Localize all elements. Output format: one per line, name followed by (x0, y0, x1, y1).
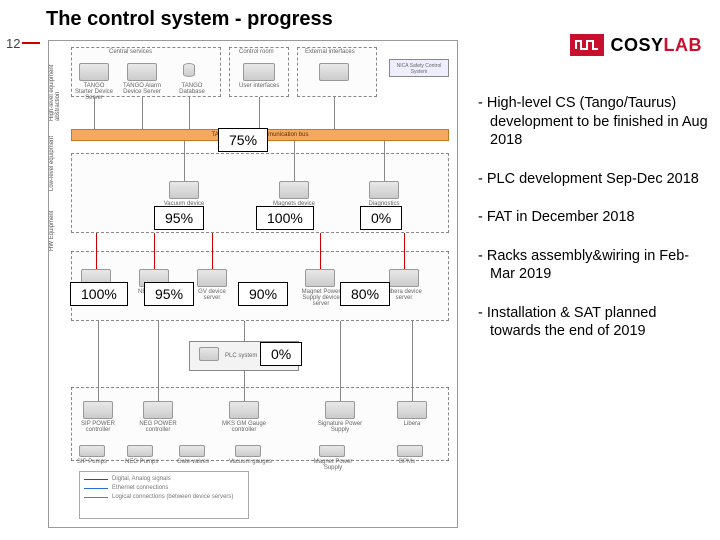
note-item: Racks assembly&wiring in Feb-Mar 2019 (478, 247, 708, 284)
monitor-icon (243, 63, 275, 81)
device-icon (127, 63, 157, 81)
hw-icon (229, 401, 259, 419)
external-interfaces-label: External interfaces (305, 49, 355, 55)
hw-icon (397, 401, 427, 419)
pct-vacuum: 95% (154, 206, 204, 230)
hw-icon (143, 401, 173, 419)
accent-bar (22, 42, 40, 44)
pct-mps: 80% (340, 282, 390, 306)
pct-bus: 75% (218, 128, 268, 152)
database-icon (183, 63, 195, 77)
inst-icon (319, 445, 345, 457)
server-icon (197, 269, 227, 287)
inst-icon (235, 445, 261, 457)
inst-icon (179, 445, 205, 457)
central-services-label: Central services (109, 49, 152, 55)
pct-diagnostics: 0% (360, 206, 402, 230)
side-label: HW Equipment (49, 191, 55, 251)
slide-title: The control system - progress (46, 8, 333, 31)
inst-icon (127, 445, 153, 457)
plc-icon (199, 347, 219, 361)
server-icon (279, 181, 309, 199)
hw-icon (325, 401, 355, 419)
device-icon (79, 63, 109, 81)
pct-plc: 0% (260, 342, 302, 366)
note-item: PLC development Sep-Dec 2018 (478, 170, 708, 189)
side-label: High-level equipment abstraction (49, 41, 61, 121)
server-icon (389, 269, 419, 287)
pct-gv: 90% (238, 282, 288, 306)
inst-icon (397, 445, 423, 457)
hw-icon (83, 401, 113, 419)
page-number: 12 (6, 36, 20, 51)
note-item: High-level CS (Tango/Taurus) development… (478, 94, 708, 150)
server-icon (169, 181, 199, 199)
notes-list: High-level CS (Tango/Taurus) development… (478, 94, 708, 361)
nica-safety-label: NICA Safety Control System (393, 63, 445, 75)
inst-icon (79, 445, 105, 457)
side-label: Low-level equipment (49, 121, 55, 191)
note-item: Installation & SAT planned towards the e… (478, 304, 708, 341)
logo-icon (570, 34, 604, 56)
legend-box: Digital, Analog signals Ethernet connect… (79, 471, 249, 519)
plc-label: PLC system (225, 353, 257, 359)
logo-text: COSYLAB (610, 35, 702, 56)
control-room-label: Control room (239, 49, 274, 55)
server-icon (369, 181, 399, 199)
note-item: FAT in December 2018 (478, 208, 708, 227)
cosylab-logo: COSYLAB (570, 34, 702, 56)
pct-sip: 100% (70, 282, 128, 306)
server-icon (305, 269, 335, 287)
pct-neg: 95% (144, 282, 194, 306)
pct-magnets: 100% (256, 206, 314, 230)
device-icon (319, 63, 349, 81)
